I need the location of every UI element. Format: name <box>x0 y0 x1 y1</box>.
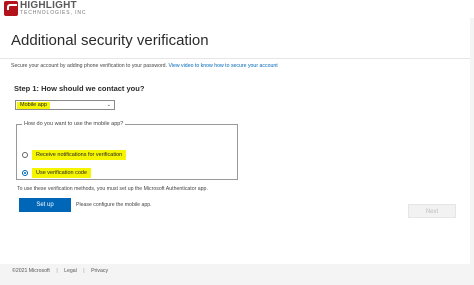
option-label: Use verification code <box>32 168 92 178</box>
contact-method-value: Mobile app <box>17 102 50 109</box>
legal-link[interactable]: Legal <box>64 268 77 274</box>
page-description: Secure your account by adding phone veri… <box>11 63 278 69</box>
footer-separator: | <box>83 268 85 274</box>
next-button[interactable]: Next <box>408 204 456 218</box>
step-heading: Step 1: How should we contact you? <box>14 84 145 93</box>
copyright-text: ©2021 Microsoft <box>12 268 50 274</box>
header-bar: HIGHLIGHT TECHNOLOGIES, INC <box>0 0 474 18</box>
footer-separator: | <box>56 268 58 274</box>
option-label: Receive notifications for verification <box>32 150 127 160</box>
description-text: Secure your account by adding phone veri… <box>11 63 168 69</box>
radio-verification-code[interactable] <box>22 170 28 176</box>
footer: ©2021 Microsoft | Legal | Privacy <box>0 264 474 285</box>
main-panel: Additional security verification Secure … <box>0 18 470 264</box>
footer-links: ©2021 Microsoft | Legal | Privacy <box>12 268 113 274</box>
option-verification-code[interactable]: Use verification code <box>22 168 92 178</box>
company-logo: HIGHLIGHT TECHNOLOGIES, INC <box>4 0 88 18</box>
title-divider <box>0 58 470 59</box>
setup-button[interactable]: Set up <box>19 198 71 212</box>
authenticator-hint: To use these verification methods, you m… <box>17 186 208 192</box>
radio-receive-notifications[interactable] <box>22 152 28 158</box>
mobile-app-options: How do you want to use the mobile app? R… <box>16 121 238 180</box>
page-title: Additional security verification <box>11 32 209 49</box>
chevron-down-icon: ⌄ <box>106 102 111 108</box>
video-link[interactable]: View video to know how to secure your ac… <box>168 63 277 69</box>
setup-note: Please configure the mobile app. <box>76 202 152 208</box>
logo-subtitle: TECHNOLOGIES, INC <box>20 10 87 16</box>
option-receive-notifications[interactable]: Receive notifications for verification <box>22 150 127 160</box>
privacy-link[interactable]: Privacy <box>91 268 108 274</box>
options-legend: How do you want to use the mobile app? <box>22 121 126 127</box>
logo-mark-icon <box>4 1 18 16</box>
contact-method-select[interactable]: Mobile app ⌄ <box>15 100 115 110</box>
